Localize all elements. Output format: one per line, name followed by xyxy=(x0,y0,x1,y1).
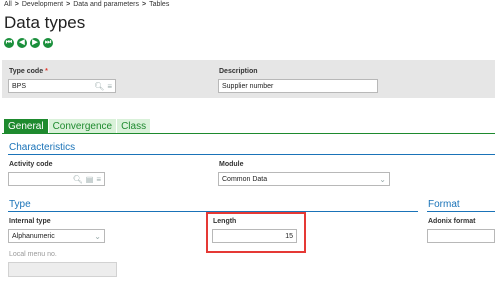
search-icon[interactable]: 🔍︎ xyxy=(73,175,83,184)
characteristics-title: Characteristics xyxy=(9,142,76,153)
clipboard-icon[interactable]: ▤ xyxy=(86,175,94,184)
breadcrumb-data-and-parameters[interactable]: Data and parameters xyxy=(73,1,139,8)
breadcrumb-separator: > xyxy=(141,1,147,8)
previous-icon[interactable]: ◀ xyxy=(17,38,27,48)
local-menu-label: Local menu no. xyxy=(9,251,57,258)
tab-convergence[interactable]: Convergence xyxy=(48,119,117,134)
list-icon[interactable]: ≡ xyxy=(107,82,112,91)
internal-type-value: Alphanumeric xyxy=(12,232,55,240)
type-section-title: Type xyxy=(9,199,31,210)
first-icon[interactable]: ⏮ xyxy=(4,38,14,48)
chevron-down-icon[interactable]: ⌄ xyxy=(379,175,386,184)
breadcrumb-development[interactable]: Development xyxy=(22,1,63,8)
adonix-format-label: Adonix format xyxy=(428,218,476,225)
length-label: Length xyxy=(213,218,237,225)
last-icon[interactable]: ⏭ xyxy=(43,38,53,48)
search-icon[interactable]: 🔍︎ xyxy=(94,82,104,91)
type-code-label: Type code * xyxy=(9,68,48,75)
length-value: 15 xyxy=(285,232,293,240)
page-title: Data types xyxy=(4,13,86,32)
list-icon[interactable]: ≡ xyxy=(96,175,101,184)
length-field[interactable]: 15 xyxy=(212,229,297,243)
local-menu-field xyxy=(8,262,117,277)
breadcrumb-separator: > xyxy=(66,1,71,8)
type-code-value: BPS xyxy=(12,82,27,90)
activity-code-field[interactable]: 🔍︎ ▤ ≡ xyxy=(8,172,105,186)
tab-general[interactable]: General xyxy=(4,119,48,134)
tab-class[interactable]: Class xyxy=(117,119,151,134)
next-icon[interactable]: ▶ xyxy=(30,38,40,48)
activity-code-label: Activity code xyxy=(9,161,53,168)
breadcrumb-all[interactable]: All xyxy=(4,1,12,8)
description-field[interactable]: Supplier number xyxy=(218,79,378,93)
breadcrumb-tables[interactable]: Tables xyxy=(149,1,169,8)
module-label: Module xyxy=(219,161,244,168)
internal-type-select[interactable]: Alphanumeric ⌄ xyxy=(8,229,105,243)
tab-underline xyxy=(2,133,495,134)
adonix-format-field[interactable] xyxy=(427,229,495,243)
internal-type-label: Internal type xyxy=(9,218,51,225)
type-code-field[interactable]: BPS 🔍︎ ≡ xyxy=(8,79,116,93)
format-divider xyxy=(427,211,495,212)
tab-bar: General Convergence Class xyxy=(4,119,151,134)
description-label: Description xyxy=(219,68,258,75)
record-navigation: ⏮ ◀ ▶ ⏭ xyxy=(4,38,53,48)
module-select[interactable]: Common Data ⌄ xyxy=(218,172,390,186)
chevron-down-icon[interactable]: ⌄ xyxy=(94,232,101,241)
breadcrumb-separator: > xyxy=(14,1,19,8)
format-section-title: Format xyxy=(428,199,460,210)
required-marker: * xyxy=(45,68,48,75)
description-value: Supplier number xyxy=(222,82,274,90)
module-value: Common Data xyxy=(222,175,268,183)
breadcrumb: All > Development > Data and parameters > Tabl… xyxy=(4,1,169,8)
characteristics-divider xyxy=(8,154,495,155)
